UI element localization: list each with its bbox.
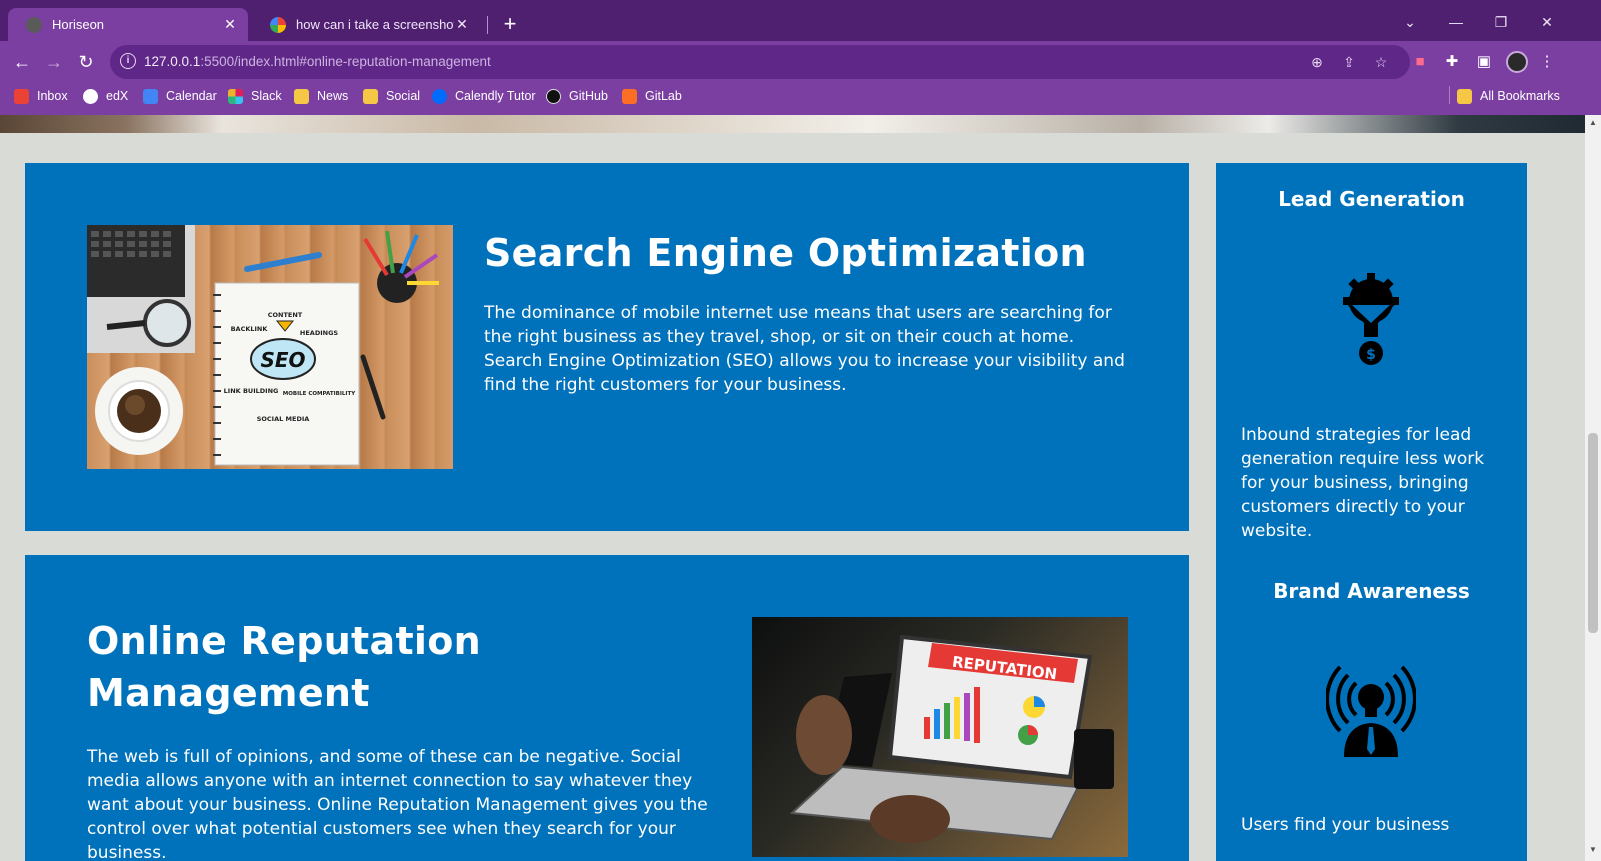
tab-title: Horiseon: [52, 17, 105, 32]
seo-image-label: SEO: [260, 348, 305, 372]
github-icon: [546, 88, 561, 104]
bookmark-slack[interactable]: Slack: [228, 87, 282, 105]
calendly-icon: [432, 88, 447, 104]
orm-description: The web is full of opinions, and some of…: [87, 747, 708, 861]
bookmark-label: Slack: [251, 89, 282, 103]
seo-heading: Search Engine Optimization: [484, 231, 1087, 275]
restore-button[interactable]: ❐: [1478, 8, 1524, 36]
bookmark-inbox[interactable]: Inbox: [14, 87, 68, 105]
bookmark-label: Calendly Tutor: [455, 89, 536, 103]
url-host: 127.0.0.1: [144, 54, 201, 69]
url-path: :5500/index.html#online-reputation-manag…: [200, 54, 491, 69]
tab-horiseon[interactable]: Horiseon ✕: [8, 8, 248, 41]
seo-image-label: LINK BUILDING: [224, 387, 279, 395]
brand-awareness-heading: Brand Awareness: [1273, 579, 1470, 603]
bookmark-github[interactable]: GitHub: [546, 87, 608, 105]
brand-awareness-text: Users find your business: [1241, 815, 1450, 835]
bookmark-calendar[interactable]: Calendar: [143, 87, 217, 105]
bookmark-label: GitHub: [569, 89, 608, 103]
folder-icon: [1457, 88, 1472, 104]
orm-image: REPUTATION: [752, 617, 1128, 857]
page-scrollbar[interactable]: ▲ ▼: [1585, 115, 1601, 861]
scroll-thumb[interactable]: [1588, 433, 1598, 633]
seo-image-label: CONTENT: [268, 311, 303, 319]
lightbulb-broadcast-icon: [1325, 661, 1417, 761]
benefits-sidebar: Lead Generation $ Inbound strategies for…: [1216, 163, 1527, 861]
bookmark-star-icon[interactable]: ☆: [1372, 53, 1390, 71]
seo-image-label: MOBILE COMPATIBILITY: [283, 391, 356, 397]
close-window-button[interactable]: ✕: [1524, 8, 1570, 36]
orm-heading: Online Reputation Management: [87, 619, 482, 715]
url-text: 127.0.0.1:5500/index.html#online-reputat…: [144, 54, 491, 69]
globe-icon: [26, 16, 42, 33]
forward-arrow-icon[interactable]: →: [40, 48, 68, 76]
seo-image-label: HEADINGS: [300, 329, 338, 337]
page-viewport: SEO CONTENT BACKLINK HEADINGS LINK BUILD…: [0, 115, 1585, 861]
seo-image-label: SOCIAL MEDIA: [257, 415, 310, 423]
toolbar: ← → ↻ i 127.0.0.1:5500/index.html#online…: [0, 41, 1601, 82]
site-info-icon[interactable]: i: [120, 53, 136, 69]
gmail-icon: [14, 88, 29, 104]
bookmark-label: Calendar: [166, 89, 217, 103]
bookmark-edx[interactable]: edX: [83, 87, 128, 105]
folder-icon: [294, 88, 309, 104]
bookmark-news[interactable]: News: [294, 87, 348, 105]
bookmark-label: Inbox: [37, 89, 68, 103]
lead-funnel-icon: $: [1326, 271, 1416, 371]
orm-section: Online Reputation Management The web is …: [25, 555, 1189, 861]
seo-section: SEO CONTENT BACKLINK HEADINGS LINK BUILD…: [25, 163, 1189, 531]
seo-image-label: BACKLINK: [231, 325, 269, 333]
bookmark-label: GitLab: [645, 89, 682, 103]
new-tab-button[interactable]: +: [497, 10, 523, 38]
lead-generation-heading: Lead Generation: [1278, 187, 1465, 211]
menu-kebab-icon[interactable]: ⋮: [1537, 52, 1557, 72]
tab-search-button[interactable]: ⌄: [1387, 8, 1433, 36]
orm-illustration: REPUTATION: [789, 634, 1114, 843]
screencast-icon[interactable]: ■: [1410, 52, 1430, 72]
back-arrow-icon[interactable]: ←: [8, 48, 36, 76]
gitlab-icon: [622, 88, 637, 104]
bookmarks-bar: Inbox edX Calendar Slack News Social Cal…: [0, 82, 1601, 110]
tab-google-search[interactable]: how can i take a screenshot of m ✕: [252, 8, 480, 41]
address-bar[interactable]: i 127.0.0.1:5500/index.html#online-reput…: [110, 45, 1410, 79]
bookmark-label: edX: [106, 89, 129, 103]
extensions-puzzle-icon[interactable]: ✚: [1442, 52, 1462, 72]
calendar-icon: [143, 88, 158, 104]
slack-icon: [228, 88, 243, 104]
hero-image: [0, 115, 1585, 133]
share-icon[interactable]: ⇪: [1340, 53, 1358, 71]
bookmark-gitlab[interactable]: GitLab: [622, 87, 682, 105]
tab-strip: Horiseon ✕ how can i take a screenshot o…: [0, 0, 1601, 41]
minimize-button[interactable]: —: [1433, 8, 1479, 36]
bookmark-label: News: [317, 89, 349, 103]
scroll-down-arrow-icon[interactable]: ▼: [1589, 845, 1597, 854]
seo-description: The dominance of mobile internet use mea…: [484, 303, 1125, 395]
bookmark-label: Social: [386, 89, 421, 103]
edx-icon: [83, 88, 98, 104]
google-icon: [270, 16, 286, 33]
lead-generation-text: Inbound strategies for lead generation r…: [1241, 425, 1485, 541]
close-tab-icon[interactable]: ✕: [222, 16, 238, 33]
profile-avatar[interactable]: [1506, 51, 1528, 73]
tab-title: how can i take a screenshot of m: [296, 17, 454, 32]
seo-image: SEO CONTENT BACKLINK HEADINGS LINK BUILD…: [87, 225, 453, 469]
bookmark-label: All Bookmarks: [1480, 89, 1560, 103]
tab-divider: [487, 16, 488, 34]
side-panel-icon[interactable]: ▣: [1474, 52, 1494, 72]
bookmark-social[interactable]: Social: [363, 87, 420, 105]
seo-illustration: SEO CONTENT BACKLINK HEADINGS LINK BUILD…: [87, 225, 439, 466]
bookmark-calendly[interactable]: Calendly Tutor: [432, 87, 536, 105]
close-tab-icon[interactable]: ✕: [454, 16, 470, 33]
folder-icon: [363, 88, 378, 104]
zoom-icon[interactable]: ⊕: [1308, 53, 1326, 71]
all-bookmarks[interactable]: All Bookmarks: [1457, 87, 1560, 105]
reload-icon[interactable]: ↻: [72, 48, 100, 76]
bookmarks-divider: [1449, 86, 1450, 104]
scroll-up-arrow-icon[interactable]: ▲: [1589, 118, 1597, 127]
browser-chrome: Horiseon ✕ how can i take a screenshot o…: [0, 0, 1601, 115]
svg-text:$: $: [1366, 347, 1376, 363]
